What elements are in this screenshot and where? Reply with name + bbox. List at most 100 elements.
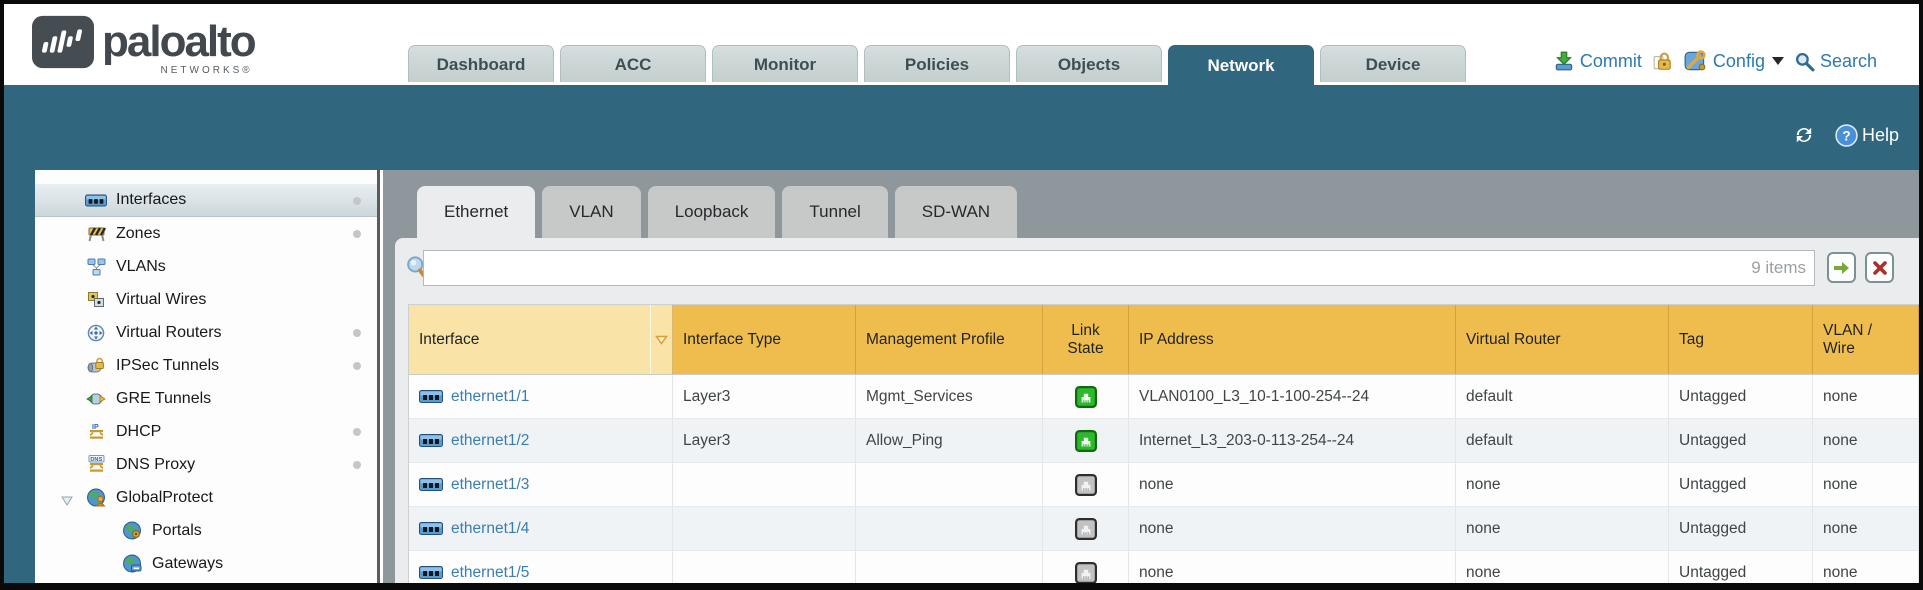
commit-button[interactable]: Commit (1553, 50, 1642, 72)
panos-app-window: paloalto NETWORKS® Dashboard ACC Monitor… (4, 4, 1919, 583)
sidebar-item-gateways[interactable]: Gateways (35, 547, 377, 580)
interface-link[interactable]: ethernet1/2 (451, 432, 529, 450)
mgmt-profile-cell (856, 551, 1043, 583)
search-button[interactable]: Search (1794, 51, 1877, 72)
filter-input[interactable] (424, 251, 1814, 285)
col-header-tag[interactable]: Tag (1669, 305, 1813, 374)
sort-dropdown[interactable] (650, 305, 672, 374)
tab-device[interactable]: Device (1320, 45, 1466, 82)
interface-link[interactable]: ethernet1/3 (451, 476, 529, 494)
col-header-link-state[interactable]: Link State (1043, 305, 1129, 374)
virtual-wires-icon (85, 290, 107, 310)
clear-filter-button[interactable] (1865, 252, 1894, 283)
sidebar-item-zones[interactable]: Zones (35, 217, 377, 250)
subtab-vlan[interactable]: VLAN (542, 186, 640, 238)
interface-cell: ethernet1/2 (409, 419, 673, 462)
status-dot (353, 230, 361, 238)
search-icon (1794, 51, 1815, 72)
interface-subtabs: Ethernet VLAN Loopback Tunnel SD-WAN (417, 186, 1017, 238)
sidebar-item-partial[interactable] (35, 580, 377, 583)
apply-filter-button[interactable] (1827, 252, 1856, 283)
tab-dashboard[interactable]: Dashboard (408, 45, 554, 82)
interface-cell: ethernet1/1 (409, 375, 673, 418)
link-up-icon (1075, 386, 1097, 408)
lock-icon[interactable] (1652, 50, 1674, 72)
ethernet-panel: 9 items Interface (395, 238, 1919, 583)
vlan-wire-cell: none (1813, 551, 1919, 583)
subtab-loopback[interactable]: Loopback (648, 186, 776, 238)
commit-icon (1553, 50, 1575, 72)
ip-address-cell: none (1129, 507, 1456, 550)
vlan-wire-cell: none (1813, 375, 1919, 418)
interface-link[interactable]: ethernet1/4 (451, 520, 529, 538)
sidebar-item-virtual-wires[interactable]: Virtual Wires (35, 283, 377, 316)
tab-acc[interactable]: ACC (560, 45, 706, 82)
tag-cell: Untagged (1669, 551, 1813, 583)
status-dot (353, 428, 361, 436)
brand-name: paloalto (102, 14, 255, 70)
sidebar-item-ipsec-tunnels[interactable]: IPSec Tunnels (35, 349, 377, 382)
link-down-icon (1075, 474, 1097, 496)
ethernet-icon (419, 522, 443, 535)
virtual-router-cell: none (1456, 463, 1669, 506)
tag-cell: Untagged (1669, 463, 1813, 506)
interface-link[interactable]: ethernet1/5 (451, 564, 529, 582)
col-header-interface-type[interactable]: Interface Type (673, 305, 856, 374)
sidebar-item-interfaces[interactable]: Interfaces (35, 184, 377, 217)
interface-link[interactable]: ethernet1/1 (451, 388, 529, 406)
gre-tunnels-icon (85, 389, 107, 409)
subtab-ethernet[interactable]: Ethernet (417, 186, 535, 238)
svg-text:IP: IP (92, 424, 99, 431)
expand-triangle-icon[interactable] (61, 493, 73, 511)
interface-type-cell (673, 551, 856, 583)
subtab-sdwan[interactable]: SD-WAN (895, 186, 1017, 238)
left-accent-strip (4, 170, 35, 583)
interface-cell: ethernet1/4 (409, 507, 673, 550)
sort-triangle-icon (655, 335, 668, 345)
sidebar-item-dhcp[interactable]: IP DHCP (35, 415, 377, 448)
header-actions: Commit Config (1553, 50, 1877, 72)
col-header-virtual-router[interactable]: Virtual Router (1456, 305, 1669, 374)
link-state-cell (1043, 375, 1129, 418)
main-nav-tabs: Dashboard ACC Monitor Policies Objects N… (408, 45, 1466, 85)
subtab-tunnel[interactable]: Tunnel (782, 186, 887, 238)
col-header-management-profile[interactable]: Management Profile (856, 305, 1043, 374)
sidebar-item-portals[interactable]: Portals (35, 514, 377, 547)
tag-cell: Untagged (1669, 375, 1813, 418)
paloalto-logo-icon (32, 14, 94, 70)
tab-policies[interactable]: Policies (864, 45, 1010, 82)
ip-address-cell: none (1129, 463, 1456, 506)
virtual-router-cell: none (1456, 507, 1669, 550)
sidebar-item-globalprotect[interactable]: GlobalProtect (35, 481, 377, 514)
table-row: ethernet1/5 none none Untagged none (409, 551, 1919, 583)
col-header-ip-address[interactable]: IP Address (1129, 305, 1456, 374)
vlan-wire-cell: none (1813, 419, 1919, 462)
interface-cell: ethernet1/3 (409, 463, 673, 506)
link-down-icon (1075, 562, 1097, 584)
sidebar-item-virtual-routers[interactable]: Virtual Routers (35, 316, 377, 349)
sidebar-item-vlans[interactable]: VLANs (35, 250, 377, 283)
filter-row: 9 items (395, 250, 1919, 286)
tab-network[interactable]: Network (1168, 45, 1314, 85)
interface-type-cell (673, 463, 856, 506)
interface-type-cell: Layer3 (673, 375, 856, 418)
interface-cell: ethernet1/5 (409, 551, 673, 583)
refresh-icon[interactable] (1791, 123, 1817, 147)
mgmt-profile-cell (856, 463, 1043, 506)
brand: paloalto NETWORKS® (32, 14, 255, 70)
config-dropdown[interactable]: Config (1684, 50, 1784, 72)
dns-proxy-icon: DNS (85, 455, 107, 475)
table-header-row: Interface Interface Type Management Prof… (409, 305, 1919, 375)
tab-objects[interactable]: Objects (1016, 45, 1162, 82)
col-header-interface[interactable]: Interface (409, 305, 673, 374)
tab-monitor[interactable]: Monitor (712, 45, 858, 82)
vlans-icon (85, 257, 107, 277)
sidebar-item-gre-tunnels[interactable]: GRE Tunnels (35, 382, 377, 415)
help-button[interactable]: ? Help (1835, 124, 1899, 147)
vlan-wire-cell: none (1813, 463, 1919, 506)
link-state-cell (1043, 419, 1129, 462)
col-header-vlan-wire[interactable]: VLAN / Wire (1813, 305, 1919, 374)
help-icon: ? (1835, 124, 1858, 147)
sidebar-item-dns-proxy[interactable]: DNS DNS Proxy (35, 448, 377, 481)
interfaces-table: Interface Interface Type Management Prof… (408, 304, 1919, 583)
